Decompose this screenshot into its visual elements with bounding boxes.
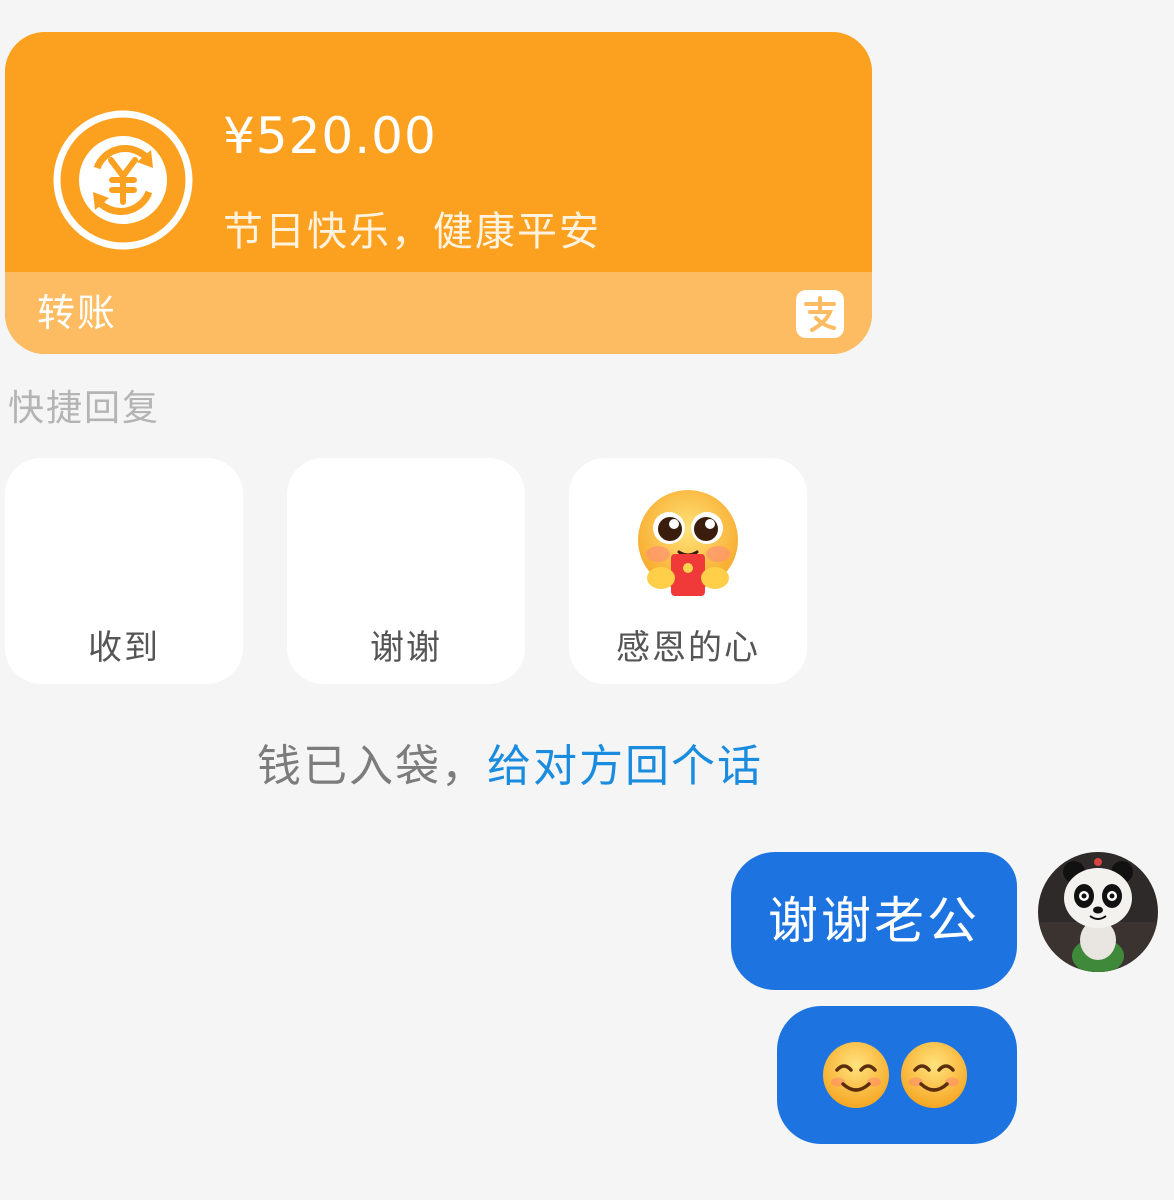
- transfer-label: 转账: [37, 291, 118, 335]
- quick-reply-title: 快捷回复: [8, 388, 161, 429]
- received-notice: 钱已入袋，给对方回个话: [0, 736, 1020, 798]
- reply-prompt-link[interactable]: 给对方回个话: [487, 741, 763, 792]
- smiling-face-emoji-icon: [901, 1042, 967, 1108]
- transfer-card[interactable]: ¥520.00 节日快乐，健康平安 转账: [5, 32, 872, 354]
- message-text: 谢谢老公: [768, 892, 980, 950]
- avatar[interactable]: [1038, 852, 1158, 972]
- red-envelope-emoji-icon: [638, 490, 738, 596]
- transfer-amount: ¥520.00: [223, 107, 437, 165]
- message-bubble-emoji[interactable]: [777, 1006, 1017, 1144]
- yuan-exchange-icon: [53, 110, 193, 250]
- quick-reply-received[interactable]: 收到: [5, 458, 243, 684]
- smiling-face-emoji-icon: [823, 1042, 889, 1108]
- received-notice-text: 钱已入袋，: [257, 741, 487, 792]
- quick-reply-label: 感恩的心: [616, 628, 760, 668]
- message-bubble[interactable]: 谢谢老公: [731, 852, 1017, 990]
- quick-reply-label: 收到: [88, 628, 160, 668]
- transfer-card-footer: 转账: [5, 272, 872, 354]
- transfer-card-header: ¥520.00 节日快乐，健康平安: [5, 32, 872, 272]
- transfer-remark: 节日快乐，健康平安: [223, 209, 601, 255]
- panda-avatar-icon: [1038, 852, 1158, 972]
- alipay-logo-icon: [796, 290, 844, 338]
- quick-reply-grateful-heart[interactable]: 感恩的心: [569, 458, 807, 684]
- quick-reply-thanks[interactable]: 谢谢: [287, 458, 525, 684]
- quick-reply-label: 谢谢: [370, 628, 442, 668]
